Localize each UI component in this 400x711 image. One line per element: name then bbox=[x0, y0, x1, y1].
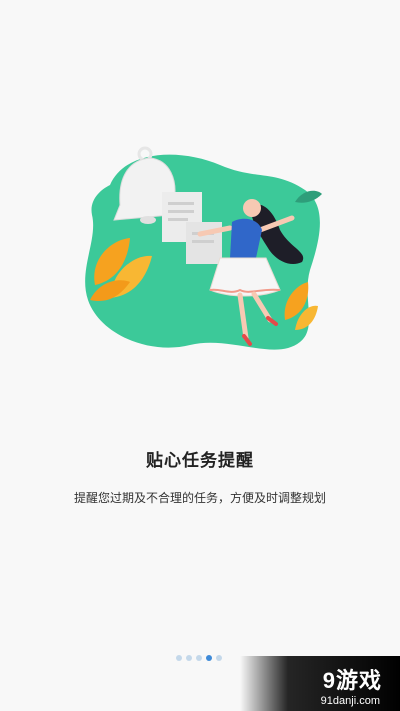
pager-dot[interactable] bbox=[176, 655, 182, 661]
pager-indicator bbox=[176, 655, 222, 661]
pager-dot[interactable] bbox=[196, 655, 202, 661]
watermark: 9游戏 91danji.com bbox=[240, 656, 400, 711]
watermark-logo: 9游戏 bbox=[322, 668, 382, 693]
onboarding-title: 贴心任务提醒 bbox=[146, 451, 254, 470]
onboarding-subtitle: 提醒您过期及不合理的任务，方便及时调整规划 bbox=[73, 491, 326, 505]
pager-dot[interactable] bbox=[186, 655, 192, 661]
onboarding-illustration bbox=[85, 146, 322, 350]
watermark-url: 91danji.com bbox=[320, 695, 380, 707]
pager-dot[interactable] bbox=[216, 655, 222, 661]
pager-dot-active[interactable] bbox=[206, 655, 212, 661]
